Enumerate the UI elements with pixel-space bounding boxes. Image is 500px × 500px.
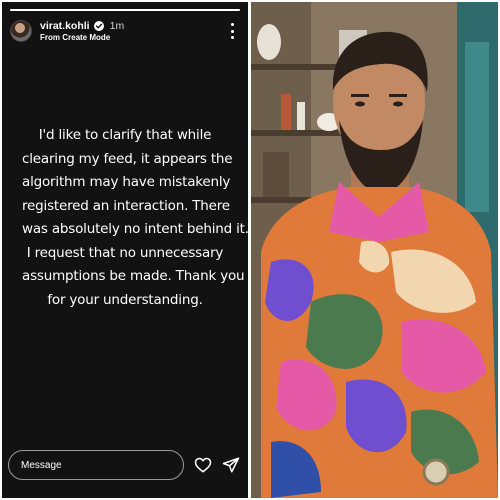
story-time-ago: 1m: [109, 20, 125, 32]
story-header: virat.kohli 1m From Create Mode: [10, 17, 242, 47]
story-text-line: I'd like to clarify that while: [38, 127, 212, 143]
username[interactable]: virat.kohli: [40, 20, 90, 32]
story-progress-fill: [10, 9, 240, 11]
screenshot-canvas: virat.kohli 1m From Create Mode I'd like…: [0, 0, 500, 500]
story-text-line: registered an interaction. There: [22, 197, 230, 214]
story-panel: virat.kohli 1m From Create Mode I'd like…: [2, 2, 248, 498]
user-line: virat.kohli 1m: [40, 19, 124, 33]
story-text-line: algorithm may have mistakenly: [22, 174, 231, 190]
story-footer: [8, 450, 242, 482]
verified-badge-icon: [93, 21, 104, 31]
story-text-line: assumptions be made. Thank you: [22, 268, 245, 284]
portrait-illustration: [251, 2, 498, 498]
story-subtitle: From Create Mode: [40, 33, 111, 42]
story-text-line: clearing my feed, it appears the: [22, 150, 233, 167]
story-text-line: was absolutely no intent behind it.: [22, 221, 248, 237]
message-input[interactable]: [8, 450, 184, 480]
heart-icon[interactable]: [194, 456, 212, 474]
story-text-line: for your understanding.: [47, 291, 203, 308]
story-progress-bar: [10, 9, 240, 11]
story-text: I'd like to clarify that while clearing m…: [22, 124, 248, 312]
send-icon[interactable]: [222, 456, 240, 474]
more-options-icon[interactable]: [228, 23, 236, 39]
avatar[interactable]: [10, 20, 32, 42]
story-text-line: I request that no unnecessary: [26, 244, 224, 261]
portrait-photo: [251, 2, 498, 498]
